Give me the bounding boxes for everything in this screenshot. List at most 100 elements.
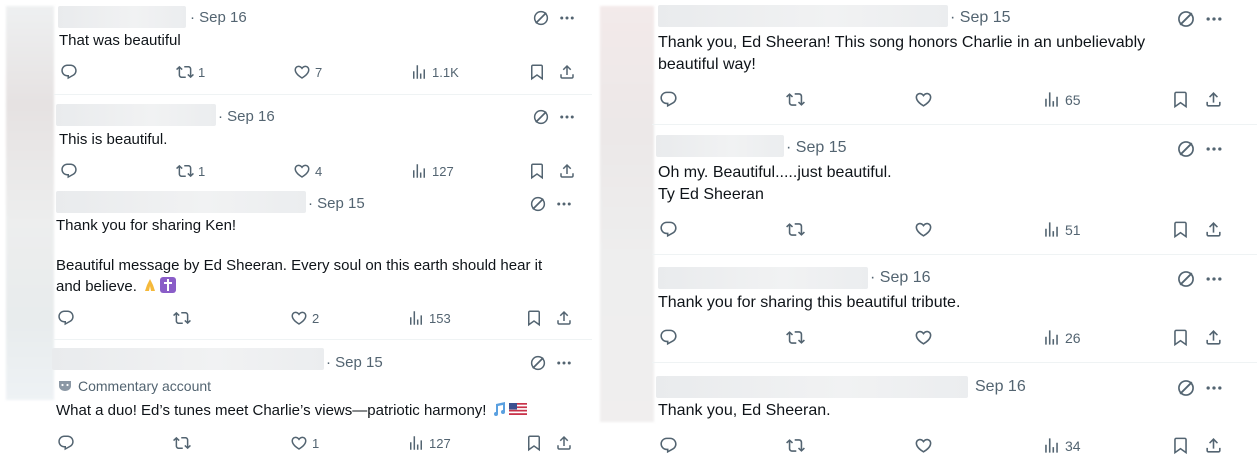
tweet[interactable]: · Sep 15 Oh my. Beautiful.....just beaut… [598,125,1257,255]
share-icon[interactable] [558,162,576,180]
more-icon[interactable] [555,354,573,372]
share-icon[interactable] [558,63,576,81]
repost-button[interactable] [786,436,805,455]
more-icon[interactable] [558,9,576,27]
tweet[interactable]: · Sep 15 Thank you for sharing Ken! Beau… [0,187,592,340]
repost-button[interactable] [173,434,191,452]
grok-icon[interactable] [529,195,547,213]
repost-button[interactable] [786,90,805,109]
more-icon[interactable] [1204,378,1224,398]
tweet-text: That was beautiful [59,32,181,49]
tweet-date[interactable]: Sep 16 [975,378,1026,396]
views-count: 34 [1065,437,1081,454]
tweet-date[interactable]: · Sep 16 [190,9,247,26]
views-button[interactable]: 127 [410,162,454,180]
grok-icon[interactable] [532,9,550,27]
tweet[interactable]: · Sep 16 This is beautiful. 1 4 127 [0,95,592,187]
reply-button[interactable] [60,63,78,81]
tweet-date[interactable]: · Sep 16 [218,108,275,125]
more-icon[interactable] [1204,269,1224,289]
views-count: 1.1K [432,64,459,80]
share-icon[interactable] [1204,90,1223,109]
tweet[interactable]: · Sep 15 Thank you, Ed Sheeran! This son… [598,0,1257,125]
like-button[interactable] [914,328,933,347]
tweet-date[interactable]: · Sep 15 [308,195,365,212]
views-button[interactable]: 65 [1042,90,1081,109]
share-icon[interactable] [1204,220,1223,239]
share-icon[interactable] [555,309,573,327]
tweet-text: Oh my. Beautiful.....just beautiful. Ty … [658,164,892,203]
bookmark-icon[interactable] [528,63,546,81]
author-name[interactable] [658,5,948,27]
tweet-date[interactable]: · Sep 15 [786,139,846,157]
grok-icon[interactable] [1176,9,1196,29]
views-button[interactable]: 34 [1042,436,1081,455]
bookmark-icon[interactable] [525,309,543,327]
more-icon[interactable] [1204,9,1224,29]
tweet-date[interactable]: · Sep 15 [326,354,383,371]
bookmark-icon[interactable] [1171,328,1190,347]
like-button[interactable]: 7 [293,63,322,81]
views-button[interactable]: 51 [1042,220,1081,239]
views-button[interactable]: 153 [407,309,451,327]
views-icon [410,63,428,81]
tweet[interactable]: · Sep 16 That was beautiful 1 7 1.1K [0,0,592,95]
more-icon[interactable] [555,195,573,213]
author-name[interactable] [658,267,868,289]
theater-mask-icon [59,381,71,391]
like-icon [914,328,933,347]
views-button[interactable]: 1.1K [410,63,459,81]
grok-icon[interactable] [1176,269,1196,289]
like-button[interactable] [914,436,933,455]
like-button[interactable]: 4 [293,162,322,180]
views-button[interactable]: 127 [407,434,451,452]
repost-button[interactable]: 1 [176,63,205,81]
like-button[interactable] [914,220,933,239]
grok-icon[interactable] [529,354,547,372]
repost-button[interactable] [173,309,191,327]
repost-button[interactable]: 1 [176,162,205,180]
tweet[interactable]: · Sep 15 Commentary account What a duo! … [0,340,592,463]
reply-button[interactable] [57,309,75,327]
repost-button[interactable] [786,220,805,239]
more-icon[interactable] [558,108,576,126]
views-count: 127 [432,163,454,179]
views-count: 26 [1065,329,1081,346]
like-button[interactable]: 2 [290,309,319,327]
reply-button[interactable] [659,328,678,347]
views-button[interactable]: 26 [1042,328,1081,347]
reply-button[interactable] [659,436,678,455]
repost-button[interactable] [786,328,805,347]
bookmark-icon[interactable] [525,434,543,452]
author-name[interactable] [56,104,216,126]
reply-button[interactable] [659,220,678,239]
share-icon[interactable] [1204,328,1223,347]
more-icon[interactable] [1204,139,1224,159]
share-icon[interactable] [555,434,573,452]
bookmark-icon[interactable] [1171,220,1190,239]
reply-button[interactable] [60,162,78,180]
reply-button[interactable] [659,90,678,109]
views-icon [407,434,425,452]
grok-icon[interactable] [532,108,550,126]
author-name[interactable] [656,135,784,157]
bookmark-icon[interactable] [528,162,546,180]
tweet-text: What a duo! Ed’s tunes meet Charlie’s vi… [56,400,527,421]
share-icon[interactable] [1204,436,1223,455]
author-name[interactable] [56,191,306,213]
bookmark-icon[interactable] [1171,90,1190,109]
like-button[interactable] [914,90,933,109]
bookmark-icon[interactable] [1171,436,1190,455]
grok-icon[interactable] [1176,378,1196,398]
author-name[interactable] [58,6,186,28]
tweet[interactable]: · Sep 16 Thank you for sharing this beau… [598,255,1257,363]
like-button[interactable]: 1 [290,434,319,452]
grok-icon[interactable] [1176,139,1196,159]
tweet-date[interactable]: · Sep 16 [870,269,930,287]
reply-button[interactable] [57,434,75,452]
author-name[interactable] [52,348,324,370]
tweet[interactable]: Sep 16 Thank you, Ed Sheeran. 34 [598,363,1257,463]
repost-icon [786,328,805,347]
tweet-date[interactable]: · Sep 15 [950,9,1010,27]
author-name[interactable] [656,376,968,398]
